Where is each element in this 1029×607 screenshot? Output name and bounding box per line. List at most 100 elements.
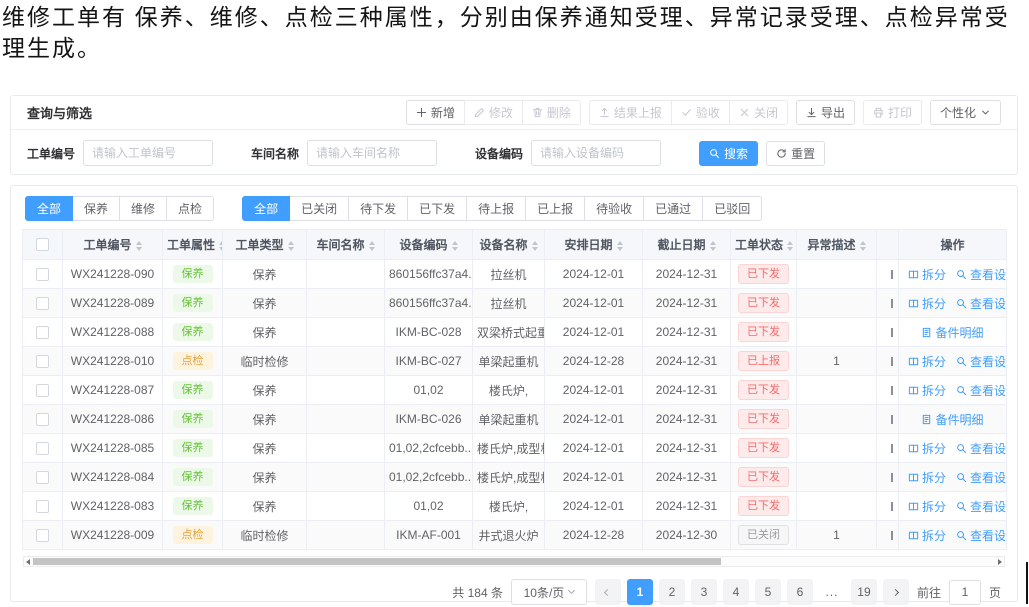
sort-icon[interactable] <box>617 241 623 251</box>
view-device-link[interactable]: 查看设备 <box>956 295 1006 312</box>
split-icon <box>908 269 919 280</box>
page-size-select[interactable]: 10条/页 <box>511 579 587 605</box>
split-link[interactable]: 拆分 <box>908 295 946 312</box>
cell-end-date: 2024-12-31 <box>643 289 731 318</box>
page-button[interactable]: 19 <box>851 579 877 605</box>
tab-status-reported[interactable]: 已上报 <box>525 196 585 221</box>
table-header-row: 工单编号 工单属性 工单类型 车间名称 设备编码 设备名称 安排日期 截止日期 … <box>23 230 1007 260</box>
view-device-link[interactable]: 查看设备 <box>956 440 1006 457</box>
sort-icon[interactable] <box>369 241 375 251</box>
attr-badge: 保养 <box>173 323 213 341</box>
order-id-input[interactable] <box>83 140 213 166</box>
tab-status-to-issue[interactable]: 待下发 <box>348 196 408 221</box>
close-workorder-button[interactable]: 关闭 <box>729 100 788 125</box>
tab-status-rejected[interactable]: 已驳回 <box>702 196 762 221</box>
split-link[interactable]: 拆分 <box>908 440 946 457</box>
tab-status-to-report[interactable]: 待上报 <box>466 196 526 221</box>
split-link[interactable]: 拆分 <box>908 469 946 486</box>
tab-status-all[interactable]: 全部 <box>242 196 290 221</box>
view-device-link[interactable]: 查看设备 <box>956 266 1006 283</box>
search-button[interactable]: 搜索 <box>699 141 758 166</box>
split-link[interactable]: 拆分 <box>908 353 946 370</box>
select-all-checkbox[interactable] <box>36 238 49 251</box>
status-badge: 已关闭 <box>738 525 789 545</box>
tab-attr-all[interactable]: 全部 <box>25 196 73 221</box>
page-button[interactable]: 1 <box>627 579 653 605</box>
view-device-link[interactable]: 查看设备 <box>956 469 1006 486</box>
col-status: 工单状态 <box>731 230 797 260</box>
tab-status-passed[interactable]: 已通过 <box>643 196 703 221</box>
tab-status-issued[interactable]: 已下发 <box>407 196 467 221</box>
view-device-link[interactable]: 查看设备 <box>956 353 1006 370</box>
cell-start-date: 2024-12-28 <box>545 521 643 550</box>
edit-button[interactable]: 修改 <box>464 100 523 125</box>
scrollbar-thumb[interactable] <box>33 558 721 565</box>
export-button[interactable]: 导出 <box>796 100 855 125</box>
split-link[interactable]: 拆分 <box>908 527 946 544</box>
accept-button[interactable]: 验收 <box>671 100 730 125</box>
device-code-input[interactable] <box>531 140 661 166</box>
sort-icon[interactable] <box>860 241 866 251</box>
sort-icon[interactable] <box>787 241 793 251</box>
page-button[interactable]: 2 <box>659 579 685 605</box>
workshop-input[interactable] <box>307 140 437 166</box>
cell-device-name: 楼氏炉,成型机,... <box>473 434 545 463</box>
row-checkbox[interactable] <box>36 442 49 455</box>
split-icon <box>908 298 919 309</box>
sort-icon[interactable] <box>136 241 142 251</box>
split-link[interactable]: 拆分 <box>908 498 946 515</box>
cell-type: 保养 <box>223 434 307 463</box>
row-checkbox[interactable] <box>36 413 49 426</box>
view-device-link[interactable]: 查看设备 <box>956 498 1006 515</box>
row-checkbox[interactable] <box>36 384 49 397</box>
cell-start-date: 2024-12-01 <box>545 318 643 347</box>
prev-page-button[interactable] <box>595 579 621 605</box>
col-clipped <box>877 230 899 260</box>
row-checkbox[interactable] <box>36 500 49 513</box>
personalize-button[interactable]: 个性化 <box>930 100 1001 125</box>
reset-button[interactable]: 重置 <box>766 141 825 166</box>
delete-button[interactable]: 删除 <box>522 100 581 125</box>
tab-status-to-accept[interactable]: 待验收 <box>584 196 644 221</box>
view-device-link[interactable]: 查看设备 <box>956 382 1006 399</box>
spare-detail-link[interactable]: 备件明细 <box>921 324 983 341</box>
sort-icon[interactable] <box>532 241 538 251</box>
page-button[interactable]: 6 <box>787 579 813 605</box>
horizontal-scrollbar[interactable] <box>23 556 1005 567</box>
tab-status-closed[interactable]: 已关闭 <box>289 196 349 221</box>
sort-icon[interactable] <box>288 241 294 251</box>
magnifier-icon <box>956 501 967 512</box>
sort-icon[interactable] <box>452 241 458 251</box>
cell-device-code: IKM-BC-028 <box>385 318 473 347</box>
more-pages-button[interactable]: ... <box>819 579 845 605</box>
page-button[interactable]: 5 <box>755 579 781 605</box>
split-link[interactable]: 拆分 <box>908 266 946 283</box>
page-button[interactable]: 3 <box>691 579 717 605</box>
tab-attr-inspect[interactable]: 点检 <box>166 196 214 221</box>
cell-device-name: 双梁桥式起重机 <box>473 318 545 347</box>
col-start-date: 安排日期 <box>545 230 643 260</box>
sort-icon[interactable] <box>710 241 716 251</box>
sort-icon[interactable] <box>219 241 222 251</box>
tab-attr-maintain[interactable]: 保养 <box>72 196 120 221</box>
cell-end-date: 2024-12-31 <box>643 463 731 492</box>
next-page-button[interactable] <box>883 579 909 605</box>
spare-detail-link[interactable]: 备件明细 <box>921 411 983 428</box>
page-button[interactable]: 4 <box>723 579 749 605</box>
row-checkbox[interactable] <box>36 471 49 484</box>
scroll-left-arrow-icon[interactable] <box>26 559 30 565</box>
row-checkbox[interactable] <box>36 529 49 542</box>
add-button[interactable]: 新增 <box>406 100 465 125</box>
print-button[interactable]: 打印 <box>863 100 922 125</box>
jump-page-input[interactable] <box>949 580 981 605</box>
row-checkbox[interactable] <box>36 297 49 310</box>
report-result-button[interactable]: 结果上报 <box>589 100 672 125</box>
tab-attr-repair[interactable]: 维修 <box>119 196 167 221</box>
split-link[interactable]: 拆分 <box>908 382 946 399</box>
row-checkbox[interactable] <box>36 355 49 368</box>
row-checkbox[interactable] <box>36 268 49 281</box>
row-checkbox[interactable] <box>36 326 49 339</box>
view-device-link[interactable]: 查看设备 <box>956 527 1006 544</box>
scroll-right-arrow-icon[interactable] <box>998 559 1002 565</box>
cell-order-id: WX241228-087 <box>63 376 163 405</box>
